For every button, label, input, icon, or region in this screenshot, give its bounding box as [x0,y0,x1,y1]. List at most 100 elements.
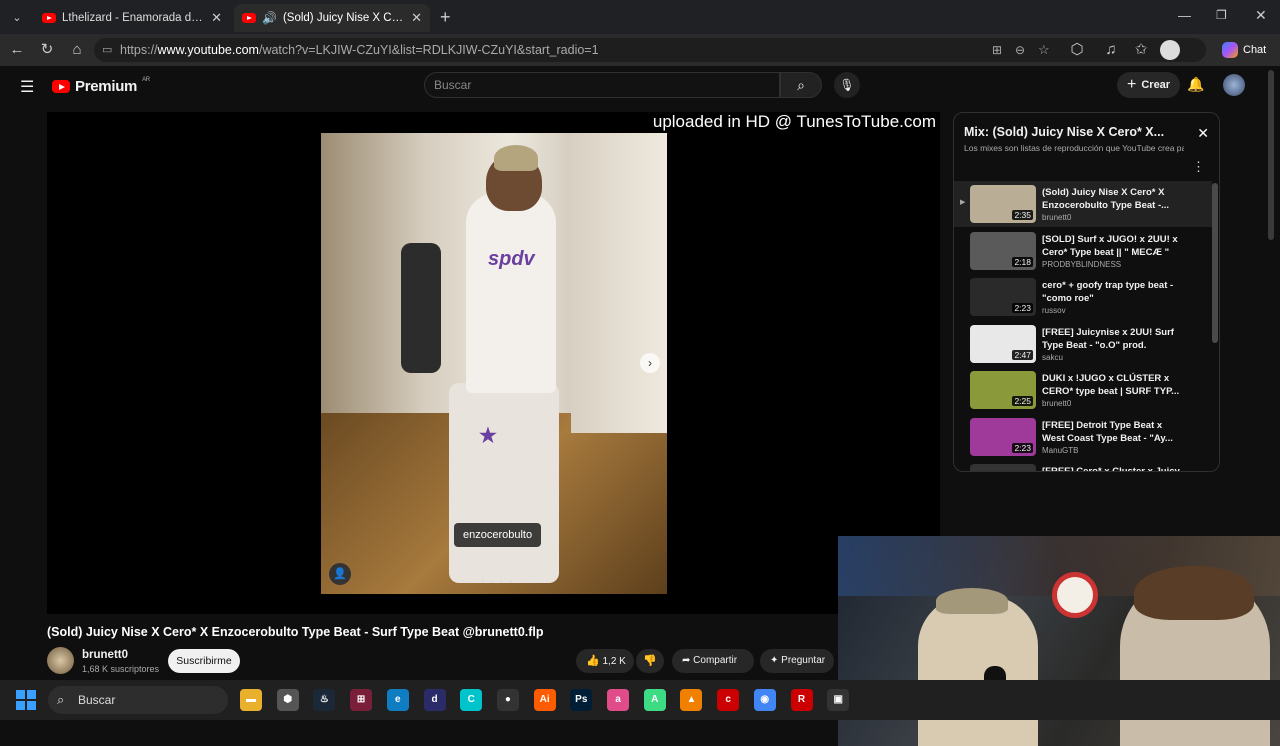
playlist-item-thumbnail[interactable]: 2:18 [970,231,1036,270]
close-window-button[interactable]: ✕ [1255,7,1267,24]
minimize-button[interactable]: — [1178,8,1191,23]
windows-start-icon[interactable] [16,690,36,710]
playlist-item-channel[interactable]: brunett0 [1042,399,1071,408]
back-arrow-icon[interactable]: ← [7,40,27,60]
tab-close-icon[interactable]: ✕ [211,10,222,26]
taskbar-android-icon[interactable]: A [643,689,666,711]
url-host: www.youtube.com [157,43,259,57]
taskbar-search-input[interactable]: ⌕ Buscar [48,686,228,714]
image-tag-label[interactable]: enzocerobulto [454,523,542,547]
taskbar-obs-icon[interactable]: ● [496,689,519,711]
video-frame[interactable]: ★ spdv › enzocerobulto ● ● ● ● 👤 [321,133,667,594]
browser-toolbar: ← ↻ ⌂ ▭ https://www.youtube.com/watch?v=… [0,34,1280,66]
youtube-premium-logo[interactable]: Premium AR [52,77,150,95]
playlist-item-title[interactable]: [FREE] Detroit Type Beat x West Coast Ty… [1042,419,1182,445]
playlist-item-thumbnail[interactable]: 2:23 [970,278,1036,316]
favorites-icon[interactable]: ✩ [1131,40,1151,60]
tab-close-icon[interactable]: ✕ [411,10,422,26]
playlist-item[interactable]: ▶ 2:35 (Sold) Juicy Nise X Cero* X Enzocer… [954,181,1212,227]
ask-button[interactable]: ✦ Preguntar [760,649,834,673]
playlist-item-title[interactable]: [FREE] Cero* x Cluster x Juicy [1042,465,1182,471]
user-tag-icon[interactable]: 👤 [329,563,351,585]
like-button[interactable]: 👍 1,2 K [576,649,634,673]
site-info-icon[interactable]: ▭ [102,38,112,62]
taskbar-settings-icon[interactable]: ⬢ [276,689,299,711]
taskbar-affinity-icon[interactable]: a [607,689,629,711]
playlist-item-title[interactable]: (Sold) Juicy Nise X Cero* X Enzocerobult… [1042,186,1182,212]
tab-actions-chevron-icon[interactable]: ⌄ [8,9,26,27]
reload-icon[interactable]: ↻ [37,40,57,60]
taskbar-rockstar-icon[interactable]: R [790,689,813,711]
url-path: /watch?v=LKJIW-CZuYI&list=RDLKJIW-CZuYI&… [258,43,599,57]
zoom-icon[interactable]: ⊖ [1015,38,1025,62]
taskbar-other-icon[interactable]: ▣ [827,689,850,711]
taskbar-canva-icon[interactable]: C [460,689,483,711]
playlist-close-icon[interactable]: ✕ [1197,125,1209,142]
menu-icon[interactable]: ☰ [20,77,34,97]
notifications-bell-icon[interactable]: 🔔 [1187,76,1204,93]
playlist-item[interactable]: 2:47 [FREE] Juicynise x 2UU! Surf Type Be… [954,321,1212,367]
share-button[interactable]: ➦ Compartir [672,649,754,673]
playlist-item[interactable]: 2:23 [FREE] Detroit Type Beat x West Coas… [954,414,1212,460]
playlist-item-thumbnail[interactable] [970,464,1036,471]
playlist-item-title[interactable]: [FREE] Juicynise x 2UU! Surf Type Beat -… [1042,326,1182,352]
voice-search-mic-icon[interactable]: 🎙 [834,72,860,98]
taskbar-discord-icon[interactable]: d [423,689,446,711]
copilot-chat-button[interactable]: Chat [1222,40,1266,60]
taskbar-vlc-icon[interactable]: ▲ [680,689,703,711]
taskbar-davinci-icon[interactable]: ⊞ [350,689,373,711]
playlist-item-title[interactable]: [SOLD] Surf x JUGO! x 2UU! x Cero* Type … [1042,233,1182,259]
playlist-scrollbar[interactable] [1212,183,1218,343]
account-avatar[interactable] [1223,74,1245,96]
playlist-item-thumbnail[interactable]: 2:35 [970,185,1036,223]
subscribe-button[interactable]: Suscribirme [168,649,240,673]
taskbar-capcut-icon[interactable]: c [717,689,740,711]
playlist-item[interactable]: 2:23 cero* + goofy trap type beat - "como… [954,274,1212,320]
app-available-icon[interactable]: ⊞ [992,38,1002,62]
playlist-item[interactable]: 2:25 DUKI x !JUGO x CLÚSTER x CERO* type … [954,367,1212,413]
search-button[interactable]: ⌕ [780,72,822,98]
playlist-title[interactable]: Mix: (Sold) Juicy Nise X Cero* X... [964,125,1174,139]
carousel-dots[interactable]: ● ● ● ● [481,579,515,585]
new-tab-button[interactable]: + [440,7,451,28]
taskbar-photoshop-icon[interactable]: Ps [570,689,593,711]
playlist-more-icon[interactable]: ⋮ [1192,159,1205,175]
playlist-item-channel[interactable]: russov [1042,306,1066,315]
playlist-item-title[interactable]: cero* + goofy trap type beat - "como roe… [1042,279,1182,305]
maximize-button[interactable]: ❐ [1216,8,1227,22]
playlist-item-title[interactable]: DUKI x !JUGO x CLÚSTER x CERO* type beat… [1042,372,1182,398]
playlist-item[interactable]: [FREE] Cero* x Cluster x Juicy [954,460,1212,471]
plus-icon: + [1127,76,1137,93]
tab-lthelizard[interactable]: Lthelizard - Enamorada del L (Vide ✕ [34,4,230,32]
taskbar-chrome-icon[interactable]: ◉ [753,689,776,711]
page-scrollbar[interactable] [1268,70,1274,240]
youtube-logo-icon [52,80,70,93]
playlist-item-channel[interactable]: sakcu [1042,353,1063,362]
playlist-item-channel[interactable]: ManuGTB [1042,446,1078,455]
home-icon[interactable]: ⌂ [67,40,87,60]
create-button[interactable]: + Crear [1117,72,1181,98]
tab-current-video[interactable]: 🔊 (Sold) Juicy Nise X Cero* X En ✕ [234,4,430,32]
playlist-item-thumbnail[interactable]: 2:23 [970,417,1036,456]
channel-avatar[interactable] [47,647,74,674]
playlist-item-channel[interactable]: PRODBYBLINDNESS [1042,260,1121,269]
channel-name[interactable]: brunett0 [82,649,128,661]
playlist-item-channel[interactable]: brunett0 [1042,213,1071,222]
taskbar-steam-icon[interactable]: ♨ [313,689,336,711]
playlist-item-thumbnail[interactable]: 2:47 [970,324,1036,363]
taskbar-explorer-icon[interactable]: ▬ [240,689,262,711]
favorite-star-icon[interactable]: ☆ [1038,38,1050,62]
address-bar[interactable]: ▭ https://www.youtube.com/watch?v=LKJIW-… [94,38,1206,62]
audio-playing-icon[interactable]: 🔊 [262,11,277,25]
search-input[interactable]: Buscar [424,72,780,98]
next-image-chevron-icon[interactable]: › [640,353,660,373]
taskbar-illustrator-icon[interactable]: Ai [533,689,556,711]
playlist-item-thumbnail[interactable]: 2:25 [970,371,1036,409]
profile-avatar[interactable] [1160,40,1180,60]
dislike-button[interactable]: 👎 [636,649,664,673]
taskbar-edge-icon[interactable]: e [386,689,409,711]
video-player[interactable]: uploaded in HD @ TunesToTube.com ★ spdv … [47,112,940,614]
playlist-item[interactable]: 2:18 [SOLD] Surf x JUGO! x 2UU! x Cero* T… [954,228,1212,274]
media-control-icon[interactable]: ♫ [1101,40,1121,60]
extensions-icon[interactable]: ⬡ [1067,40,1087,60]
